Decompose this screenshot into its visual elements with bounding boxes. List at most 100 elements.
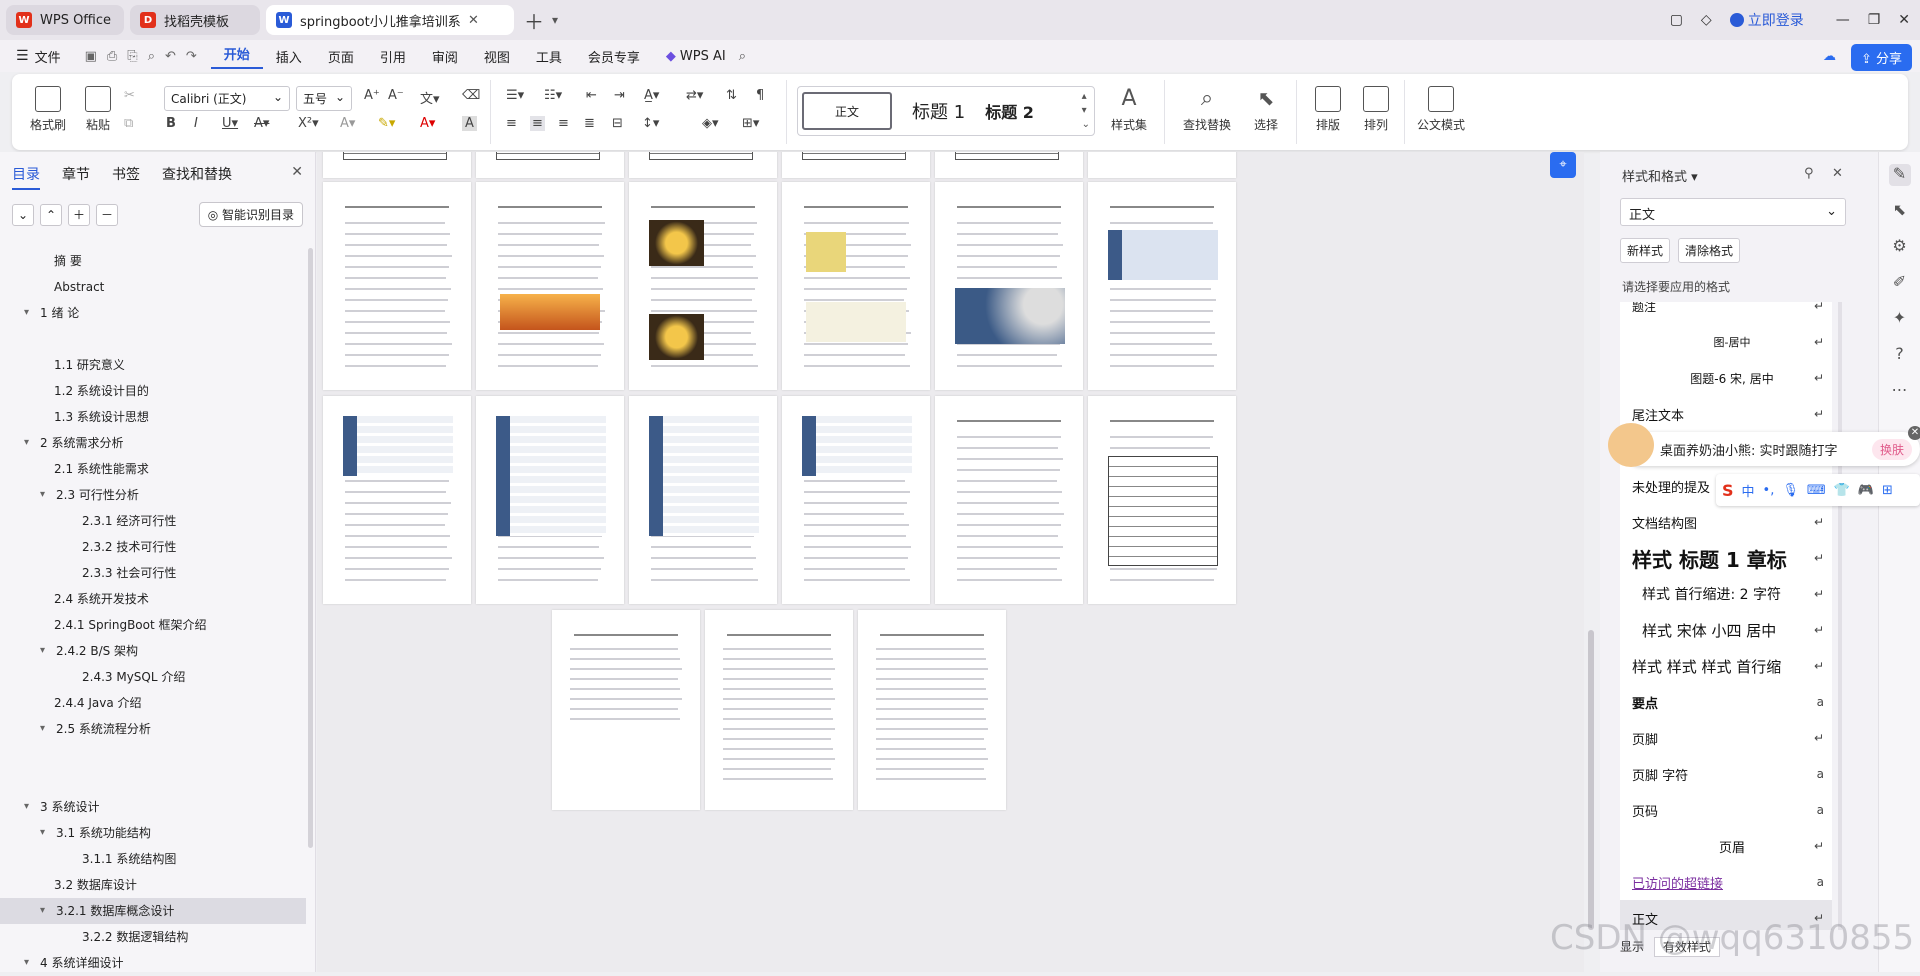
font-size-select[interactable]: 五号 ⌄ [296,86,352,111]
style-item[interactable]: 尾注文本 ↵ [1620,396,1832,432]
grid-icon[interactable]: ⊞ [1882,483,1893,498]
toc-item[interactable]: 1.1 研究意义 [0,352,306,378]
toc-scrollbar[interactable] [308,248,313,848]
style-item[interactable]: 页眉 ↵ [1620,828,1832,864]
style-gallery-scroll[interactable]: ▴ ▾ ⌄ [1082,90,1094,132]
justify-icon[interactable]: ≣ [584,116,595,131]
align-right-icon[interactable]: ≡ [558,116,569,131]
tab-bookmarks[interactable]: 书签 [112,164,140,190]
expand-chevron-icon[interactable]: ▾ [40,716,45,742]
change-skin-button[interactable]: 换肤 [1871,438,1912,460]
page-thumbnail[interactable] [629,182,777,390]
layout-button[interactable]: 排版 [1306,86,1350,133]
expand-chevron-icon[interactable]: ▾ [24,300,29,326]
toc-item[interactable]: 3.2 数据库设计 [0,872,306,898]
close-styles-icon[interactable]: ✕ [1832,166,1843,181]
toc-item[interactable]: ▾ 1 绪 论 [0,300,306,326]
toc-item[interactable]: 1.2 系统设计目的 [0,378,306,404]
page-thumbnail[interactable] [1088,182,1236,390]
hamburger-icon[interactable]: ☰ [16,48,29,64]
expand-chevron-icon[interactable]: ▾ [40,898,45,924]
menu-view[interactable]: 视图 [471,47,523,66]
current-style-select[interactable]: 正文 ⌄ [1620,198,1846,226]
highlight-icon[interactable]: ✎▾ [378,116,395,131]
page-thumbnail[interactable] [629,152,777,178]
style-normal[interactable]: 正文 [802,92,892,130]
phonetic-guide-icon[interactable]: 文▾ [420,88,440,107]
cube-icon[interactable]: ◇ [1701,12,1712,28]
tab-document[interactable]: W springboot小儿推拿培训系统 ✕ [266,5,514,35]
style-item[interactable]: 文档结构图 ↵ [1620,504,1832,540]
expand-chevron-icon[interactable]: ▾ [40,482,45,508]
distribute-icon[interactable]: ⊟ [612,116,623,131]
toc-item[interactable] [0,742,306,768]
decrease-indent-icon[interactable]: ⇤ [586,88,597,103]
toc-item[interactable]: ▾ 2 系统需求分析 [0,430,306,456]
page-thumbnail[interactable] [782,152,930,178]
page-thumbnail[interactable] [552,610,700,810]
toc-item[interactable]: 2.4.3 MySQL 介绍 [0,664,306,690]
style-item[interactable]: 样式 宋体 小四 居中 ↵ [1620,612,1832,648]
toc-item[interactable]: ▾ 2.4.2 B/S 架构 [0,638,306,664]
expand-icon[interactable]: ⌃ [40,203,62,226]
styles-panel-title[interactable]: 样式和格式 ▾ [1622,166,1698,185]
page-thumbnail[interactable] [782,182,930,390]
add-heading-icon[interactable]: ＋ [68,203,90,226]
toc-item[interactable]: 摘 要 [0,248,306,274]
page-thumbnail[interactable] [629,396,777,604]
punctuation-icon[interactable]: •, [1763,483,1775,498]
menu-review[interactable]: 审阅 [419,47,471,66]
toc-item[interactable]: ▾ 3.1 系统功能结构 [0,820,306,846]
expand-chevron-icon[interactable]: ▾ [40,638,45,664]
sort-icon[interactable]: ⇅ [726,88,737,103]
toc-item[interactable]: 2.3.3 社会可行性 [0,560,306,586]
page-thumbnail[interactable] [1088,152,1236,178]
select-cursor-icon[interactable]: ⬉ [1889,200,1911,222]
style-heading-1[interactable]: 标题 1 [902,98,975,124]
page-thumbnail[interactable] [935,152,1083,178]
expand-chevron-icon[interactable]: ▾ [40,820,45,846]
help-icon[interactable]: ? [1889,344,1911,366]
font-color-icon[interactable]: A▾ [420,116,435,131]
bold-icon[interactable]: B [166,116,176,131]
page-thumbnail[interactable] [1088,396,1236,604]
arrange-button[interactable]: 排列 [1354,86,1398,133]
align-left-icon[interactable]: ≡ [506,116,517,131]
increase-indent-icon[interactable]: ⇥ [614,88,625,103]
page-thumbnail[interactable] [476,152,624,178]
share-button[interactable]: ⇪ 分享 [1850,44,1912,71]
page-thumbnail[interactable] [323,152,471,178]
new-style-button[interactable]: 新样式 [1620,238,1671,263]
style-set-button[interactable]: A 样式集 [1102,86,1156,133]
toc-item[interactable]: Abstract [0,274,306,300]
skin-icon[interactable]: 👕 [1834,483,1850,498]
remove-heading-icon[interactable]: － [96,203,118,226]
toc-item[interactable]: ▾ 4 系统详细设计 [0,950,306,976]
pin-icon[interactable]: ⚲ [1804,166,1814,181]
close-panel-icon[interactable]: ✕ [291,164,303,190]
menu-member[interactable]: 会员专享 [575,47,653,66]
find-replace-button[interactable]: ⌕ 查找替换 [1176,86,1238,133]
menu-insert[interactable]: 插入 [263,47,315,66]
menu-wps-ai[interactable]: ◆ WPS AI [653,49,739,64]
style-list-scrollbar[interactable] [1838,302,1842,930]
tools-icon[interactable]: ✦ [1889,308,1911,330]
close-tab-icon[interactable]: ✕ [468,13,479,28]
page-thumbnail[interactable] [935,396,1083,604]
border-icon[interactable]: ⊞▾ [742,116,759,131]
toc-item[interactable] [0,326,306,352]
select-button[interactable]: ⬉ 选择 [1244,86,1288,133]
redo-icon[interactable]: ↷ [186,49,197,64]
toc-item[interactable]: 1.3 系统设计思想 [0,404,306,430]
new-tab-button[interactable]: ＋ [524,6,544,35]
sogou-logo-icon[interactable]: S [1722,481,1734,500]
shrink-font-icon[interactable]: A⁻ [388,88,404,103]
adjust-icon[interactable]: ⚙ [1889,236,1911,258]
numbered-list-icon[interactable]: ☷▾ [544,88,562,103]
style-brush-icon[interactable]: ✎ [1888,164,1911,186]
underline-icon[interactable]: U▾ [222,116,238,131]
expand-chevron-icon[interactable]: ▾ [24,950,29,976]
clear-format-button[interactable]: 清除格式 [1678,238,1741,263]
style-item[interactable]: 样式 首行缩进: 2 字符 ↵ [1620,576,1832,612]
game-icon[interactable]: 🎮 [1858,483,1874,498]
